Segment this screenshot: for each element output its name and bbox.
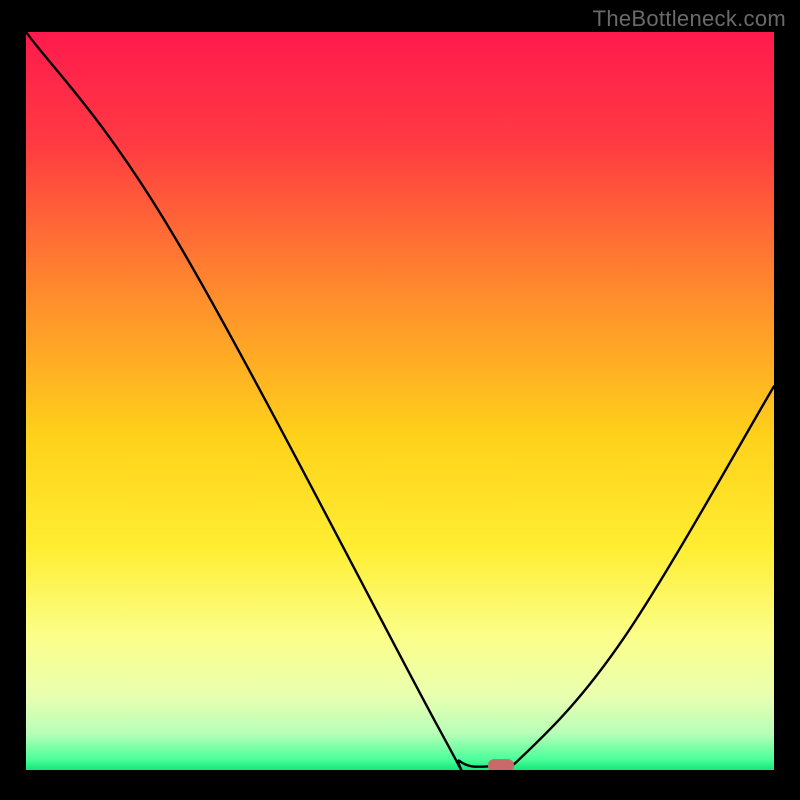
chart-frame: TheBottleneck.com [0, 0, 800, 800]
gradient-background [26, 32, 774, 770]
optimal-marker [488, 759, 514, 770]
chart-svg [26, 32, 774, 770]
watermark-text: TheBottleneck.com [593, 6, 786, 32]
plot-area [26, 32, 774, 770]
